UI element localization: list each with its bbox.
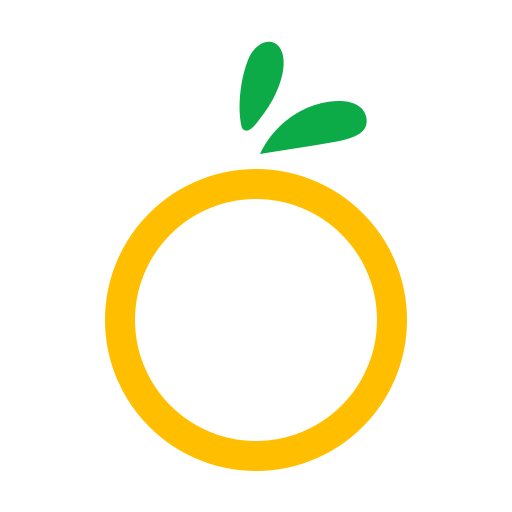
logo-canvas xyxy=(0,0,512,512)
leaf-left-icon xyxy=(239,41,284,131)
orange-fruit-logo-icon xyxy=(105,41,407,471)
leaf-right-icon xyxy=(260,100,367,154)
orange-ring-shape xyxy=(105,169,407,471)
